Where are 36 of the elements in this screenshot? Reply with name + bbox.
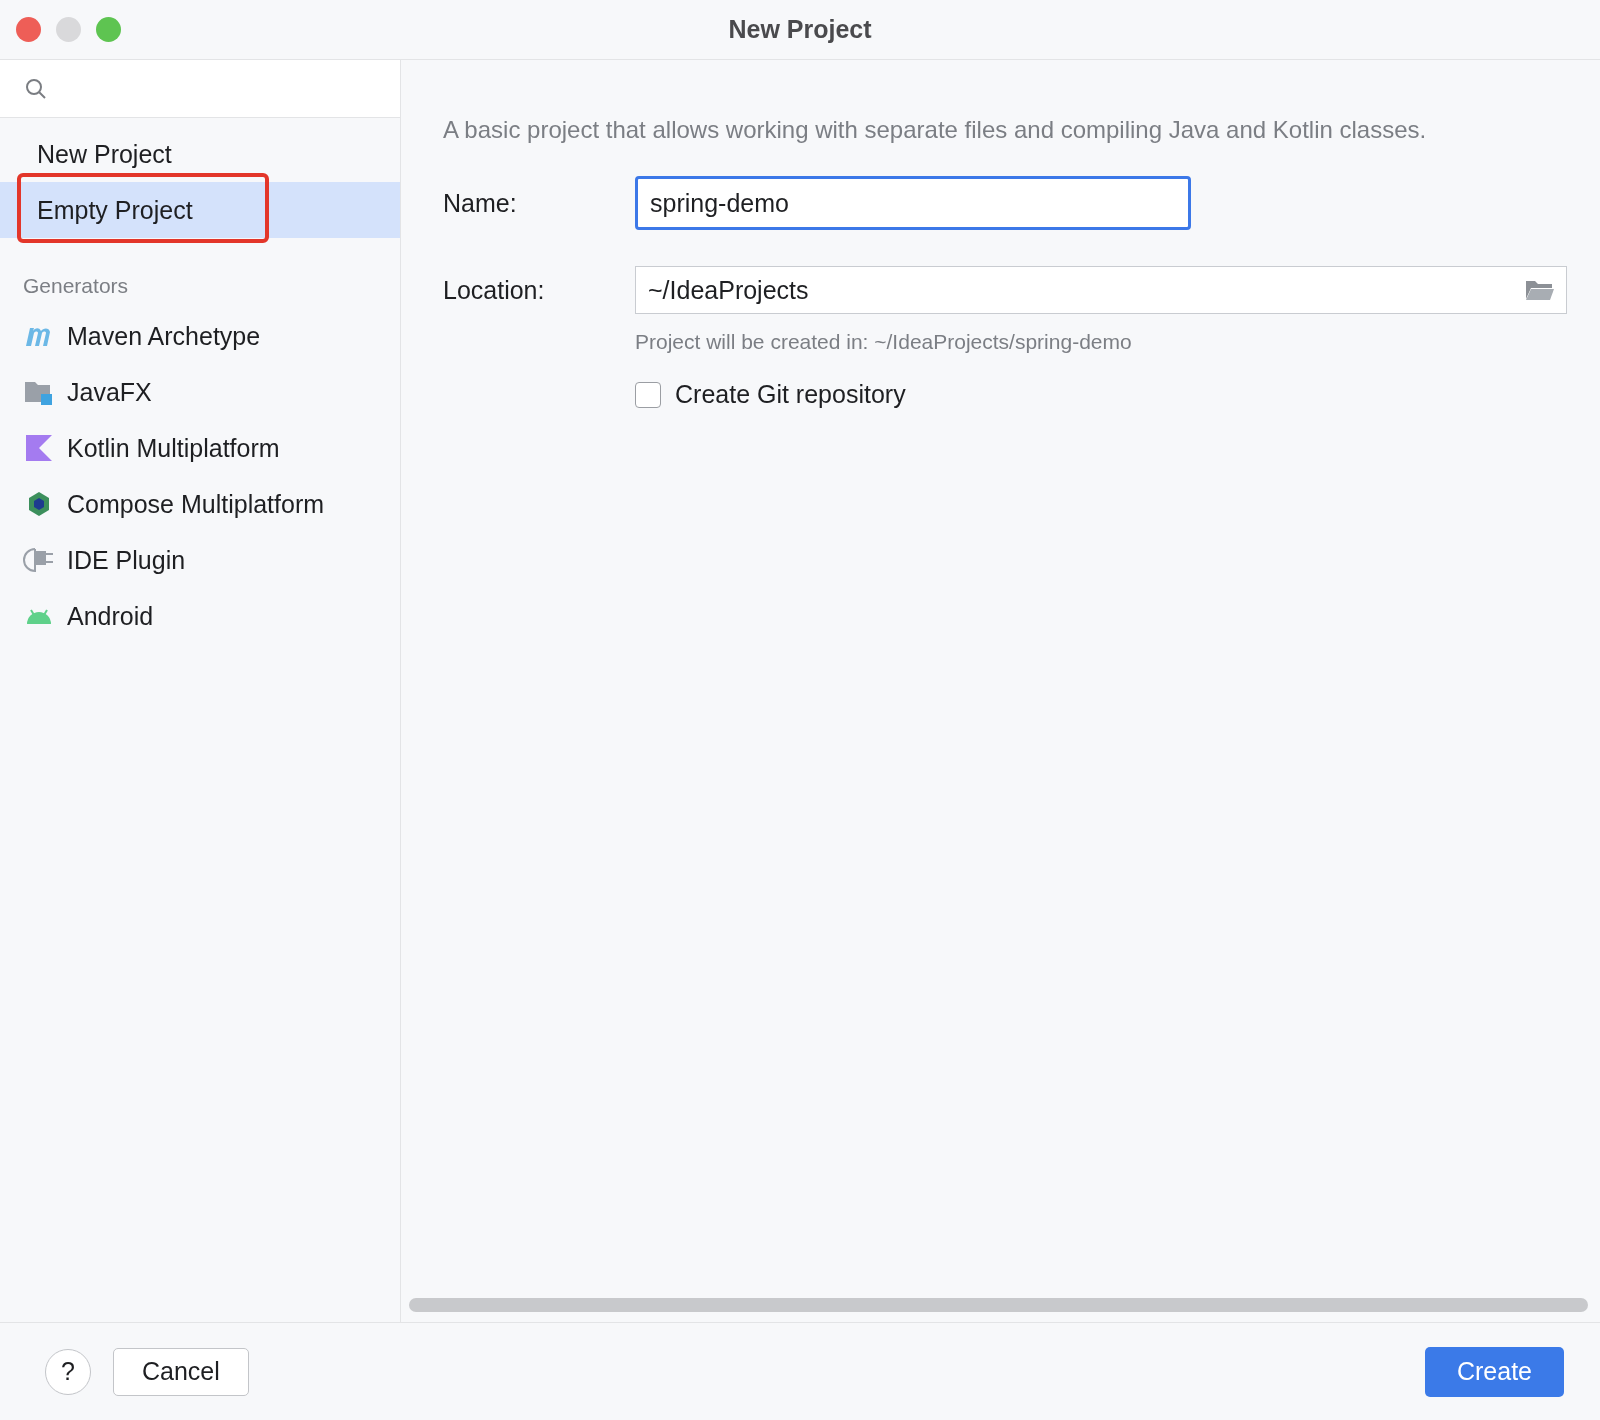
section-title: Generators [22,273,130,299]
generator-label: Kotlin Multiplatform [67,433,280,463]
generator-item[interactable]: IDE Plugin [0,532,400,588]
plug-icon [23,545,55,575]
window-title: New Project [728,15,872,44]
triangle-logo-icon [23,433,55,463]
generator-item[interactable]: Kotlin Multiplatform [0,420,400,476]
generator-item[interactable]: JavaFX [0,364,400,420]
git-checkbox[interactable] [635,381,661,408]
generator-item[interactable]: Maven Archetype [0,308,400,364]
sidebar-item[interactable]: New Project [0,126,400,182]
name-label: Name: [443,188,518,218]
cancel-button[interactable]: Cancel [113,1347,249,1396]
project-description: A basic project that allows working with separate files and compiling Java and Kotlin classes. [443,116,1428,144]
close-icon[interactable] [16,17,41,42]
generator-label: Compose Multiplatform [67,489,325,519]
search-field[interactable] [0,60,400,118]
horizontal-scrollbar[interactable] [409,1298,1588,1312]
sidebar-item[interactable]: Empty Project [0,182,400,238]
minimize-icon[interactable] [56,17,81,42]
folder-icon[interactable] [1525,279,1555,301]
location-hint: Project will be created in: ~/IdeaProjects/spring-demo [635,330,1133,354]
zoom-icon[interactable] [96,17,121,42]
location-field[interactable]: ~/IdeaProjects [635,266,1567,314]
search-icon [24,76,48,101]
generator-item[interactable]: Android [0,588,400,644]
git-checkbox-label: Create Git repository [675,380,906,409]
name-field[interactable]: spring-demo [635,176,1191,230]
generator-item[interactable]: Compose Multiplatform [0,476,400,532]
generator-label: Android [67,601,154,631]
generator-label: Maven Archetype [67,321,261,351]
location-label: Location: [443,275,546,305]
generator-label: IDE Plugin [67,545,186,575]
generator-label: JavaFX [67,377,152,407]
create-button[interactable]: Create [1424,1346,1564,1397]
help-button[interactable]: ? [45,1348,91,1395]
